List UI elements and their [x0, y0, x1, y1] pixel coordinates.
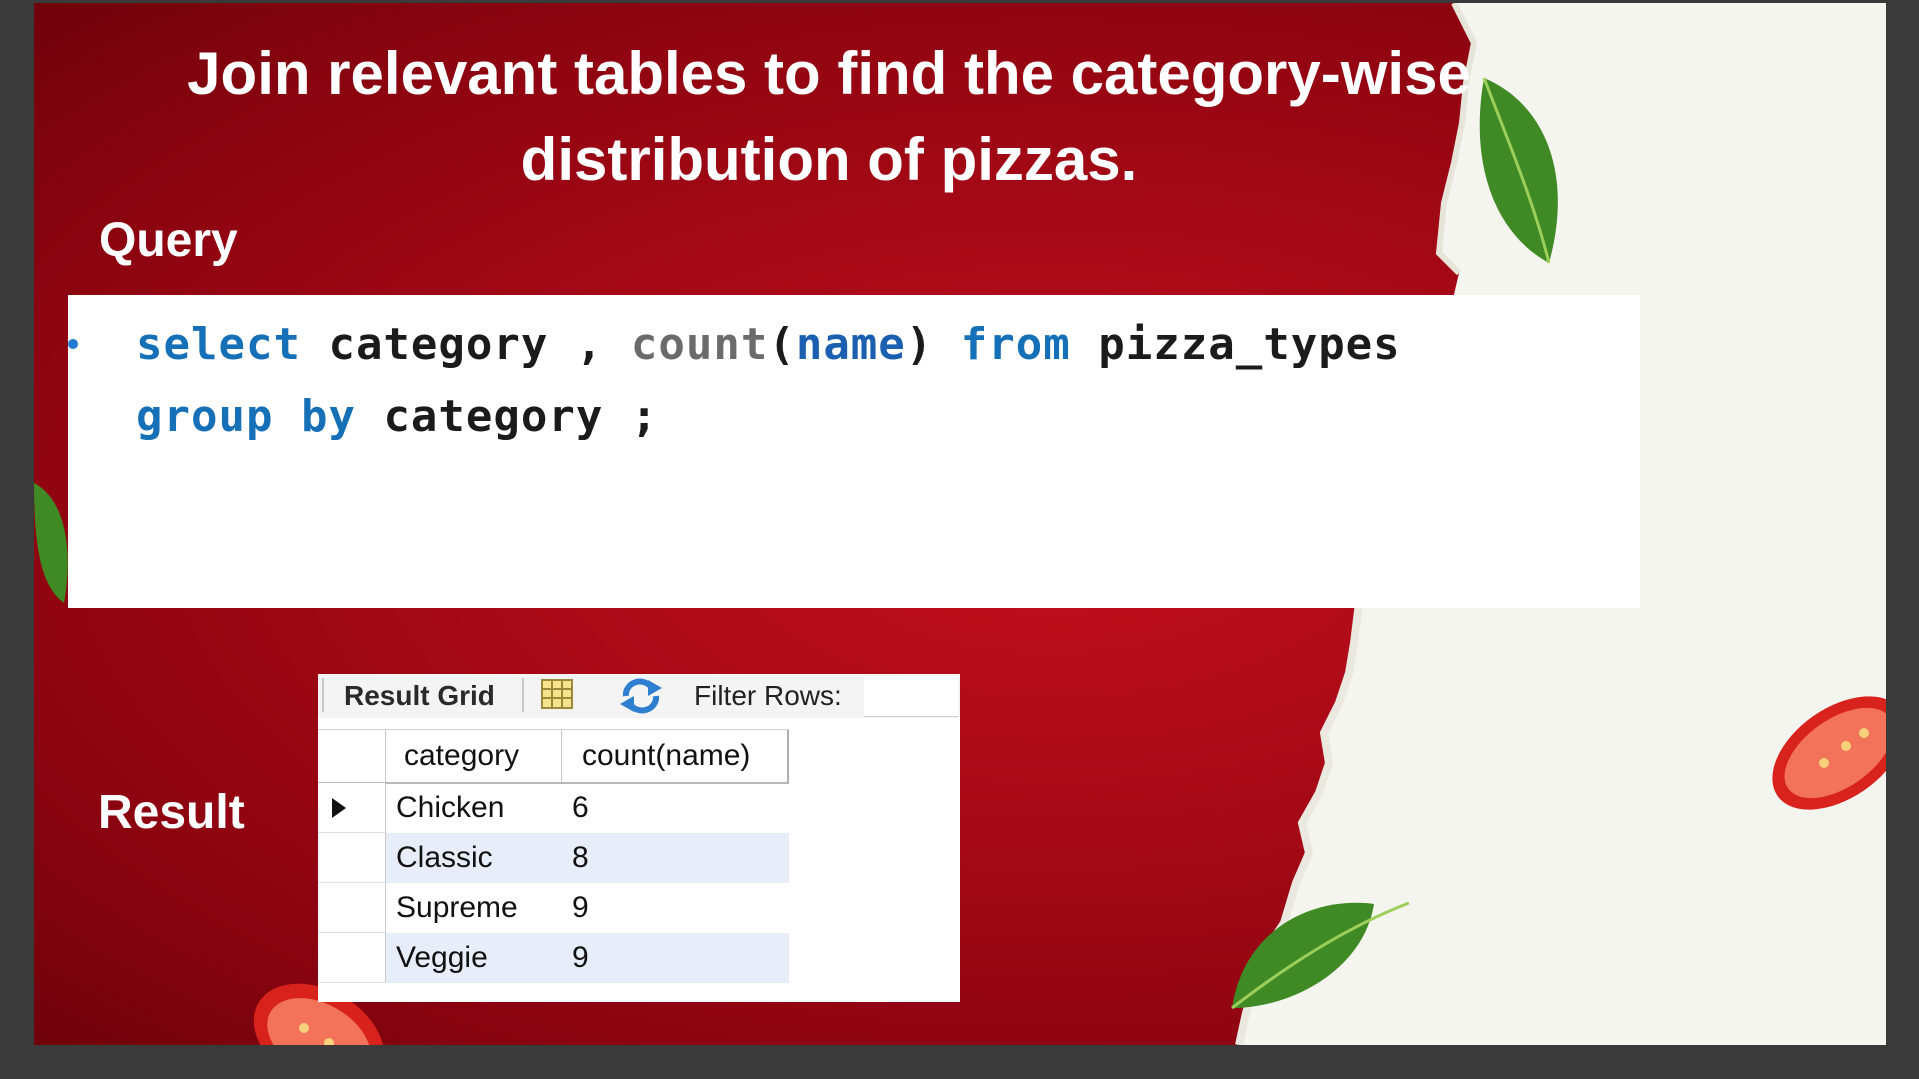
- cell-category[interactable]: Chicken: [386, 783, 562, 833]
- keyword-select: select: [136, 319, 301, 370]
- row-header[interactable]: [318, 783, 386, 833]
- slide: Join relevant tables to find the categor…: [34, 3, 1886, 1045]
- table-name: pizza_types: [1098, 319, 1401, 370]
- table-row[interactable]: Supreme 9: [318, 883, 789, 933]
- filter-rows-input[interactable]: [864, 676, 958, 717]
- result-label: Result: [98, 786, 245, 839]
- cell-count[interactable]: 8: [562, 833, 789, 883]
- current-row-arrow-icon: [332, 798, 346, 818]
- table-row[interactable]: Veggie 9: [318, 933, 789, 983]
- cell-category[interactable]: Veggie: [386, 933, 562, 983]
- cell-count[interactable]: 9: [562, 933, 789, 983]
- refresh-icon[interactable]: [618, 678, 664, 714]
- code-line-1: select category , count(name) from pizza…: [136, 319, 1401, 370]
- cell-count[interactable]: 9: [562, 883, 789, 933]
- comma: ,: [575, 319, 604, 370]
- form-editor-icon[interactable]: [540, 678, 574, 710]
- column-category: category: [383, 391, 604, 442]
- result-grid-toolbar: Result Grid Filter Rows:: [318, 674, 960, 718]
- paren-open: (: [768, 319, 796, 370]
- cell-category[interactable]: Classic: [386, 833, 562, 883]
- query-label: Query: [99, 214, 238, 267]
- grid-header-row: category count(name): [318, 729, 789, 784]
- tomato-slice-icon: [1772, 696, 1886, 810]
- toolbar-divider: [322, 678, 324, 712]
- row-header[interactable]: [318, 833, 386, 883]
- column-header-count[interactable]: count(name): [562, 730, 789, 782]
- column-category: category: [328, 319, 549, 370]
- row-header-corner: [318, 730, 386, 782]
- keyword-group: group: [136, 391, 274, 442]
- toolbar-divider: [522, 678, 524, 712]
- column-header-category[interactable]: category: [386, 730, 562, 782]
- paren-close: ): [905, 319, 934, 370]
- keyword-by: by: [300, 391, 356, 442]
- row-header[interactable]: [318, 883, 386, 933]
- semicolon: ;: [630, 391, 659, 442]
- argument-name: name: [795, 319, 906, 370]
- cell-count[interactable]: 6: [562, 783, 789, 833]
- result-grid: Result Grid Filter Rows: category count(…: [318, 674, 960, 1002]
- basil-leaf-icon: [1231, 901, 1410, 1010]
- slide-title: Join relevant tables to find the categor…: [187, 40, 1471, 193]
- function-count: count: [630, 319, 769, 370]
- result-grid-tab[interactable]: Result Grid: [344, 680, 495, 712]
- sql-code-panel: select category , count(name) from pizza…: [68, 295, 1640, 608]
- table-row[interactable]: Classic 8: [318, 833, 789, 883]
- row-header[interactable]: [318, 933, 386, 983]
- filter-rows-label: Filter Rows:: [694, 680, 842, 711]
- code-line-2: group by category ;: [136, 391, 658, 442]
- line-marker-icon: [68, 339, 78, 349]
- keyword-from: from: [960, 319, 1071, 370]
- cell-category[interactable]: Supreme: [386, 883, 562, 933]
- table-row[interactable]: Chicken 6: [318, 783, 789, 833]
